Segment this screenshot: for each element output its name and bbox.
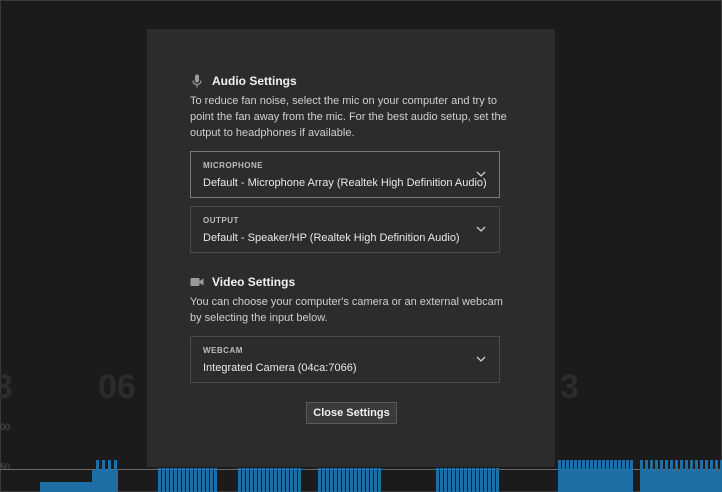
microphone-value: Default - Microphone Array (Realtek High…: [203, 177, 487, 189]
background-activity-bar: [290, 468, 293, 492]
background-activity-bar: [436, 468, 439, 492]
background-activity-bar: [262, 468, 265, 492]
background-activity-bar: [472, 468, 475, 492]
background-activity-bar: [166, 468, 169, 492]
background-activity-bar: [496, 468, 499, 492]
background-activity-bar: [158, 468, 161, 492]
background-activity-bar: [488, 468, 491, 492]
background-activity-bar: [266, 468, 269, 492]
background-activity-bar: [362, 468, 365, 492]
background-activity-bar: [210, 468, 213, 492]
background-activity-bar: [444, 468, 447, 492]
background-activity-bar: [214, 468, 217, 492]
background-activity-bar: [238, 468, 241, 492]
background-activity-bar: [370, 468, 373, 492]
background-activity-bar: [96, 460, 99, 492]
background-activity-bar: [40, 482, 92, 492]
background-activity-bar: [274, 468, 277, 492]
background-activity-bar: [114, 460, 117, 492]
background-activity-bar: [468, 468, 471, 492]
background-activity-bar: [484, 468, 487, 492]
background-activity-bar: [334, 468, 337, 492]
webcam-label: WEBCAM: [203, 346, 243, 355]
background-activity-bar: [298, 468, 301, 492]
background-activity-bar: [206, 468, 209, 492]
background-activity-bar: [366, 468, 369, 492]
background-activity-bar: [202, 468, 205, 492]
video-settings-header: Video Settings: [190, 275, 295, 289]
background-activity-bar: [250, 468, 253, 492]
background-activity-bar: [102, 460, 105, 492]
background-activity-bar: [350, 468, 353, 492]
chevron-down-icon[interactable]: [475, 223, 487, 235]
audio-settings-header: Audio Settings: [190, 74, 297, 88]
background-activity-bar: [476, 468, 479, 492]
camera-icon: [190, 275, 204, 289]
background-activity-bar: [440, 468, 443, 492]
background-activity-bar: [278, 468, 281, 492]
chevron-down-icon[interactable]: [475, 353, 487, 365]
output-select[interactable]: OUTPUT Default - Speaker/HP (Realtek Hig…: [190, 206, 500, 253]
background-activity-bar: [640, 470, 722, 492]
background-activity-bar: [452, 468, 455, 492]
background-activity-bar: [198, 468, 201, 492]
background-activity-bar: [464, 468, 467, 492]
background-activity-bar: [190, 468, 193, 492]
background-activity-bar: [270, 468, 273, 492]
background-activity-bar: [354, 468, 357, 492]
background-number: 06: [98, 368, 136, 406]
background-number: 3: [560, 368, 579, 406]
background-activity-bar: [338, 468, 341, 492]
background-activity-bar: [242, 468, 245, 492]
background-activity-bar: [170, 468, 173, 492]
background-activity-bar: [318, 468, 321, 492]
audio-settings-title: Audio Settings: [212, 74, 297, 88]
background-number: 3: [0, 368, 13, 406]
background-activity-bar: [326, 468, 329, 492]
background-activity-bar: [282, 468, 285, 492]
background-activity-bar: [480, 468, 483, 492]
video-settings-title: Video Settings: [212, 275, 296, 289]
background-activity-bar: [162, 468, 165, 492]
background-activity-bar: [286, 468, 289, 492]
background-activity-bar: [178, 468, 181, 492]
background-activity-bar: [246, 468, 249, 492]
background-activity-bar: [342, 468, 345, 492]
background-activity-bar: [378, 468, 381, 492]
background-activity-bar: [182, 468, 185, 492]
background-activity-bar: [108, 460, 111, 492]
background-activity-bar: [358, 468, 361, 492]
background-activity-bar: [322, 468, 325, 492]
chevron-down-icon[interactable]: [475, 168, 487, 180]
background-activity-bar: [456, 468, 459, 492]
close-settings-button[interactable]: Close Settings: [306, 402, 397, 424]
background-activity-bar: [194, 468, 197, 492]
background-activity-bar: [186, 468, 189, 492]
video-settings-description: You can choose your computer's camera or…: [190, 296, 503, 324]
background-activity-bar: [374, 468, 377, 492]
background-activity-bar: [346, 468, 349, 492]
webcam-value: Integrated Camera (04ca:7066): [203, 362, 357, 374]
output-label: OUTPUT: [203, 216, 239, 225]
background-activity-bar: [254, 468, 257, 492]
background-activity-bar: [492, 468, 495, 492]
background-activity-bar: [258, 468, 261, 492]
background-tick-label: 00: [0, 422, 11, 432]
background-activity-bar: [174, 468, 177, 492]
background-activity-bar: [558, 470, 632, 492]
background-activity-bar: [448, 468, 451, 492]
output-value: Default - Speaker/HP (Realtek High Defin…: [203, 232, 460, 244]
background-activity-bar: [330, 468, 333, 492]
microphone-label: MICROPHONE: [203, 161, 264, 170]
microphone-icon: [190, 74, 204, 88]
audio-settings-description: To reduce fan noise, select the mic on y…: [190, 95, 507, 139]
background-activity-bar: [294, 468, 297, 492]
settings-modal: Audio Settings To reduce fan noise, sele…: [147, 29, 555, 467]
microphone-select[interactable]: MICROPHONE Default - Microphone Array (R…: [190, 151, 500, 198]
background-activity-bar: [460, 468, 463, 492]
webcam-select[interactable]: WEBCAM Integrated Camera (04ca:7066): [190, 336, 500, 383]
